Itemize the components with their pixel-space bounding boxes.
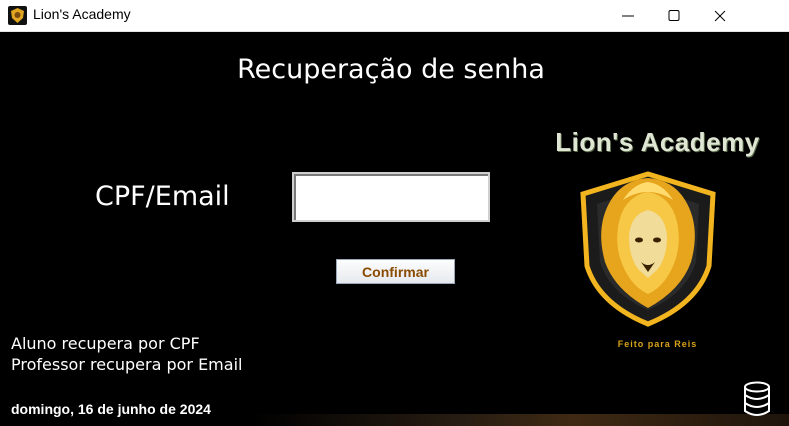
hint-student: Aluno recupera por CPF <box>11 334 200 353</box>
page-title: Recuperação de senha <box>237 54 545 85</box>
cpf-email-input[interactable] <box>292 172 490 222</box>
close-icon <box>714 10 726 22</box>
brand-tagline: Feito para Reis <box>617 339 698 349</box>
minimize-button[interactable] <box>605 0 651 31</box>
maximize-icon <box>668 10 680 21</box>
cpf-email-label: CPF/Email <box>95 181 230 212</box>
maximize-button[interactable] <box>651 0 697 31</box>
close-button[interactable] <box>697 0 743 31</box>
database-icon[interactable] <box>743 381 771 417</box>
app-window: Lion's Academy Recuperação de senha CPF/… <box>0 0 789 426</box>
brand-name: Lion's Academy <box>555 127 760 157</box>
confirm-button[interactable]: Confirmar <box>336 259 455 284</box>
date-label: domingo, 16 de junho de 2024 <box>11 401 211 417</box>
lion-app-icon <box>8 6 27 25</box>
background-edge <box>250 414 789 426</box>
window-title: Lion's Academy <box>33 6 131 22</box>
title-bar: Lion's Academy <box>0 0 789 32</box>
hint-teacher: Professor recupera por Email <box>11 355 243 374</box>
minimize-icon <box>622 15 634 17</box>
lion-crest-icon <box>580 171 716 327</box>
